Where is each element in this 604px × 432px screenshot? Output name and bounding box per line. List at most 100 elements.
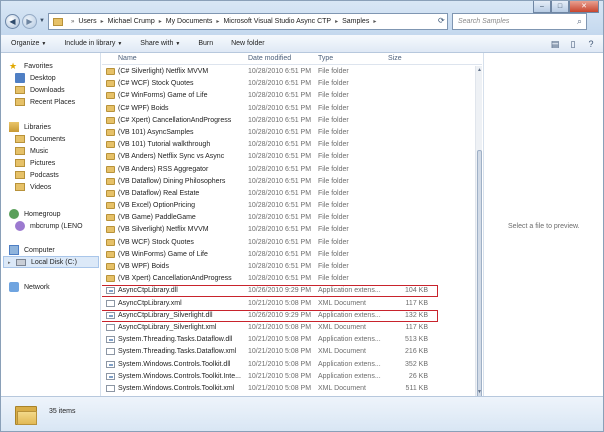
scroll-down-icon[interactable]: ▼ bbox=[476, 388, 482, 396]
file-row[interactable]: AsyncCtpLibrary_Silverlight.xml 10/21/201… bbox=[102, 322, 475, 334]
nav-network[interactable]: Network bbox=[9, 281, 50, 293]
nav-documents-label: Documents bbox=[30, 135, 66, 143]
nav-pictures[interactable]: Pictures bbox=[15, 157, 55, 169]
breadcrumb-samples[interactable]: Samples bbox=[342, 18, 369, 25]
nav-libraries[interactable]: Libraries bbox=[9, 121, 51, 133]
chevron-right-icon[interactable]: ▸ bbox=[335, 18, 338, 25]
refresh-icon[interactable]: ⟳ bbox=[438, 16, 445, 25]
nav-documents[interactable]: Documents bbox=[15, 133, 65, 145]
file-row[interactable]: (C# WCF) Stock Quotes 10/28/2010 6:51 PM F… bbox=[102, 78, 475, 90]
nav-favorites[interactable]: ★ Favorites bbox=[9, 60, 53, 72]
chevron-right-icon[interactable]: » bbox=[71, 19, 74, 25]
folder-icon bbox=[15, 403, 37, 425]
file-row[interactable]: (VB Anders) Netflix Sync vs Async 10/28/2… bbox=[102, 151, 475, 163]
column-header-date-modified[interactable]: Date modified bbox=[248, 55, 291, 62]
file-date-modified: 10/28/2010 6:51 PM bbox=[248, 68, 312, 75]
nav-recent-places[interactable]: Recent Places bbox=[15, 96, 75, 108]
file-row[interactable]: System.Threading.Tasks.Dataflow.xml 10/21… bbox=[102, 346, 475, 358]
search-input[interactable]: Search Samples ⌕ bbox=[452, 13, 587, 30]
file-row[interactable]: (VB Excel) OptionPricing 10/28/2010 6:51 … bbox=[102, 200, 475, 212]
file-name: (VB Xpert) CancellationAndProgress bbox=[118, 275, 232, 283]
file-date-modified: 10/28/2010 6:51 PM bbox=[248, 226, 312, 234]
file-row[interactable]: (VB Dataflow) Real Estate 10/28/2010 6:51… bbox=[102, 188, 475, 200]
change-view-icon[interactable]: ▤ bbox=[549, 38, 561, 50]
file-row[interactable]: System.Windows.Controls.Toolkit.dll 10/21… bbox=[102, 359, 475, 371]
chevron-right-icon[interactable]: ▸ bbox=[373, 18, 376, 25]
file-row[interactable]: (C# WinForms) Game of Life 10/28/2010 6:5… bbox=[102, 90, 475, 102]
vertical-scrollbar[interactable]: ▲ ▼ bbox=[475, 66, 482, 396]
file-name: (VB WPF) Boids bbox=[118, 263, 169, 270]
column-header-name[interactable]: Name bbox=[118, 55, 137, 62]
computer-icon bbox=[9, 245, 19, 255]
file-name: System.Threading.Tasks.Dataflow.dll bbox=[118, 336, 233, 344]
file-type: File folder bbox=[318, 177, 349, 185]
minimize-button[interactable]: – bbox=[533, 1, 551, 13]
recent-pages-dropdown[interactable]: ▼ bbox=[39, 18, 45, 24]
file-row[interactable]: (VB Anders) RSS Aggregator 10/28/2010 6:5… bbox=[102, 164, 475, 176]
file-size: 511 KB bbox=[405, 384, 428, 392]
help-icon[interactable]: ? bbox=[585, 38, 597, 50]
breadcrumb-my-documents[interactable]: My Documents bbox=[166, 18, 213, 25]
breadcrumb-michael-crump[interactable]: Michael Crump bbox=[108, 18, 155, 25]
file-row[interactable]: (VB Game) PaddleGame 10/28/2010 6:51 PM Fi… bbox=[102, 212, 475, 224]
highlight-box bbox=[102, 285, 438, 298]
new-folder-button[interactable]: New folder bbox=[221, 40, 272, 47]
file-row[interactable]: (VB 101) AsyncSamples 10/28/2010 6:51 PM F… bbox=[102, 127, 475, 139]
folder-icon bbox=[106, 275, 115, 283]
maximize-button[interactable]: □ bbox=[551, 1, 569, 13]
file-row[interactable]: System.Windows.Controls.Toolkit.xml 10/21… bbox=[102, 383, 475, 395]
scroll-up-icon[interactable]: ▲ bbox=[476, 66, 482, 74]
xml-file-icon bbox=[106, 299, 115, 307]
chevron-right-icon[interactable]: ▸ bbox=[159, 18, 162, 25]
nav-podcasts[interactable]: Podcasts bbox=[15, 169, 59, 181]
file-row[interactable]: (C# WPF) Boids 10/28/2010 6:51 PM File fol… bbox=[102, 103, 475, 115]
breadcrumb-async-ctp[interactable]: Microsoft Visual Studio Async CTP bbox=[223, 18, 331, 25]
nav-videos[interactable]: Videos bbox=[15, 181, 51, 193]
include-in-library-button[interactable]: Include in library ▼ bbox=[54, 40, 130, 47]
nav-user[interactable]: mbcrump (LENO bbox=[15, 220, 83, 232]
nav-homegroup[interactable]: Homegroup bbox=[9, 208, 61, 220]
address-bar[interactable]: » Users ▸ Michael Crump ▸ My Documents ▸… bbox=[48, 13, 448, 30]
nav-local-disk[interactable]: ▸ Local Disk (C:) bbox=[3, 256, 99, 268]
desktop-icon bbox=[15, 73, 25, 83]
share-with-button[interactable]: Share with ▼ bbox=[130, 40, 188, 47]
file-row[interactable]: (VB WPF) Boids 10/28/2010 6:51 PM File fol… bbox=[102, 261, 475, 273]
nav-desktop[interactable]: Desktop bbox=[15, 72, 56, 84]
nav-music[interactable]: Music bbox=[15, 145, 48, 157]
file-row[interactable]: System.Threading.Tasks.Dataflow.dll 10/21… bbox=[102, 334, 475, 346]
file-row[interactable]: (VB Silverlight) Netflix MVVM 10/28/2010 … bbox=[102, 224, 475, 236]
back-button[interactable]: ◀ bbox=[5, 14, 20, 29]
nav-computer[interactable]: Computer bbox=[9, 244, 55, 256]
file-row[interactable]: AsyncCtpLibrary.dll 10/26/2010 9:29 PM App… bbox=[102, 285, 475, 298]
file-row[interactable]: AsyncCtpLibrary_Silverlight.dll 10/26/201… bbox=[102, 309, 475, 322]
column-header-size[interactable]: Size bbox=[388, 55, 402, 62]
file-row[interactable]: (VB WCF) Stock Quotes 10/28/2010 6:51 PM F… bbox=[102, 237, 475, 249]
burn-button[interactable]: Burn bbox=[188, 40, 221, 47]
file-row[interactable]: (VB Xpert) CancellationAndProgress 10/28/… bbox=[102, 273, 475, 285]
file-type: File folder bbox=[318, 263, 349, 270]
chevron-right-icon[interactable]: ▸ bbox=[101, 18, 104, 25]
chevron-right-icon[interactable]: ▸ bbox=[216, 18, 219, 25]
nav-videos-label: Videos bbox=[30, 183, 52, 191]
breadcrumb-users[interactable]: Users bbox=[78, 18, 96, 25]
file-row[interactable]: (VB Dataflow) Dining Philosophers 10/28/2… bbox=[102, 176, 475, 188]
file-row[interactable]: System.Windows.Controls.Toolkit.Inte... 1… bbox=[102, 371, 475, 383]
scrollbar-thumb[interactable] bbox=[477, 150, 482, 396]
nav-downloads[interactable]: Downloads bbox=[15, 84, 65, 96]
column-header-type[interactable]: Type bbox=[318, 55, 333, 62]
star-icon: ★ bbox=[9, 61, 18, 71]
file-row[interactable]: (C# Silverlight) Netflix MVVM 10/28/2010 … bbox=[102, 66, 475, 78]
expand-arrow-icon[interactable]: ▸ bbox=[8, 260, 11, 266]
close-button[interactable]: ✕ bbox=[569, 1, 599, 13]
file-row[interactable]: (C# Xpert) CancellationAndProgress 10/28/… bbox=[102, 115, 475, 127]
file-name: (VB Anders) RSS Aggregator bbox=[118, 165, 209, 173]
file-date-modified: 10/28/2010 6:51 PM bbox=[248, 250, 312, 258]
forward-button[interactable]: ▶ bbox=[22, 14, 37, 29]
file-row[interactable]: AsyncCtpLibrary.xml 10/21/2010 5:08 PM XML… bbox=[102, 298, 475, 310]
preview-pane-icon[interactable]: ▯ bbox=[567, 38, 579, 50]
search-icon[interactable]: ⌕ bbox=[577, 16, 582, 27]
organize-button[interactable]: Organize ▼ bbox=[1, 40, 54, 47]
file-row[interactable]: (VB WinForms) Game of Life 10/28/2010 6:5… bbox=[102, 249, 475, 261]
file-row[interactable]: (VB 101) Tutorial walkthrough 10/28/2010 … bbox=[102, 139, 475, 151]
file-name: (C# Silverlight) Netflix MVVM bbox=[118, 68, 209, 75]
